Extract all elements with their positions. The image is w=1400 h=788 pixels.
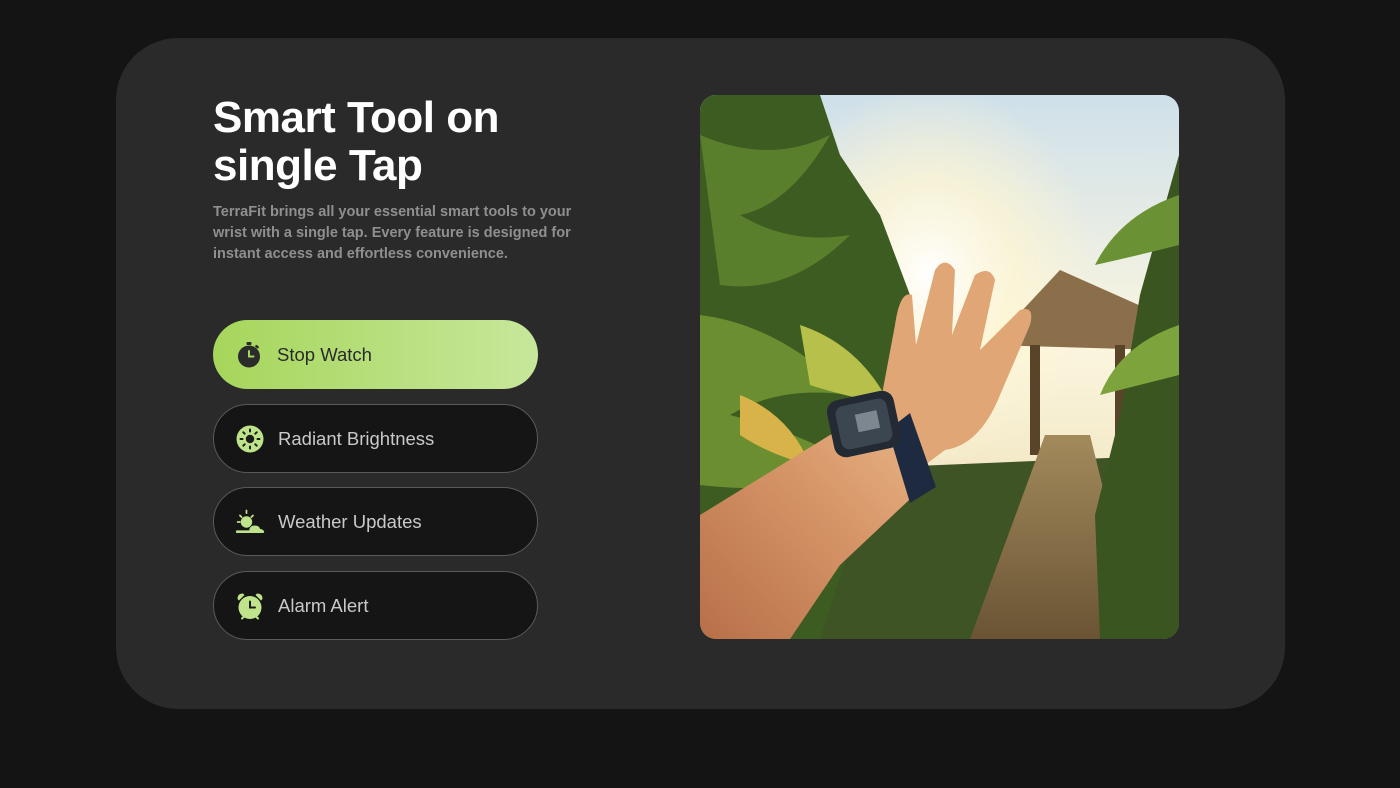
feature-alarm-alert-button[interactable]: Alarm Alert: [213, 571, 538, 640]
feature-label: Alarm Alert: [278, 594, 369, 616]
feature-label: Radiant Brightness: [278, 427, 435, 449]
sun-icon: [235, 424, 265, 454]
alarm-clock-icon: [235, 591, 265, 621]
weather-icon: [235, 507, 265, 537]
page-title: Smart Tool on single Tap: [213, 93, 500, 190]
feature-label: Weather Updates: [278, 510, 422, 532]
hero-photo: [700, 95, 1179, 639]
feature-card: Smart Tool on single Tap TerraFit brings…: [116, 38, 1285, 709]
feature-radiant-brightness-button[interactable]: Radiant Brightness: [213, 404, 538, 473]
feature-label: Stop Watch: [277, 343, 372, 365]
feature-stop-watch-button[interactable]: Stop Watch: [213, 320, 538, 389]
stopwatch-icon: [234, 340, 264, 370]
feature-weather-updates-button[interactable]: Weather Updates: [213, 487, 538, 556]
page-description: TerraFit brings all your essential smart…: [213, 204, 572, 262]
